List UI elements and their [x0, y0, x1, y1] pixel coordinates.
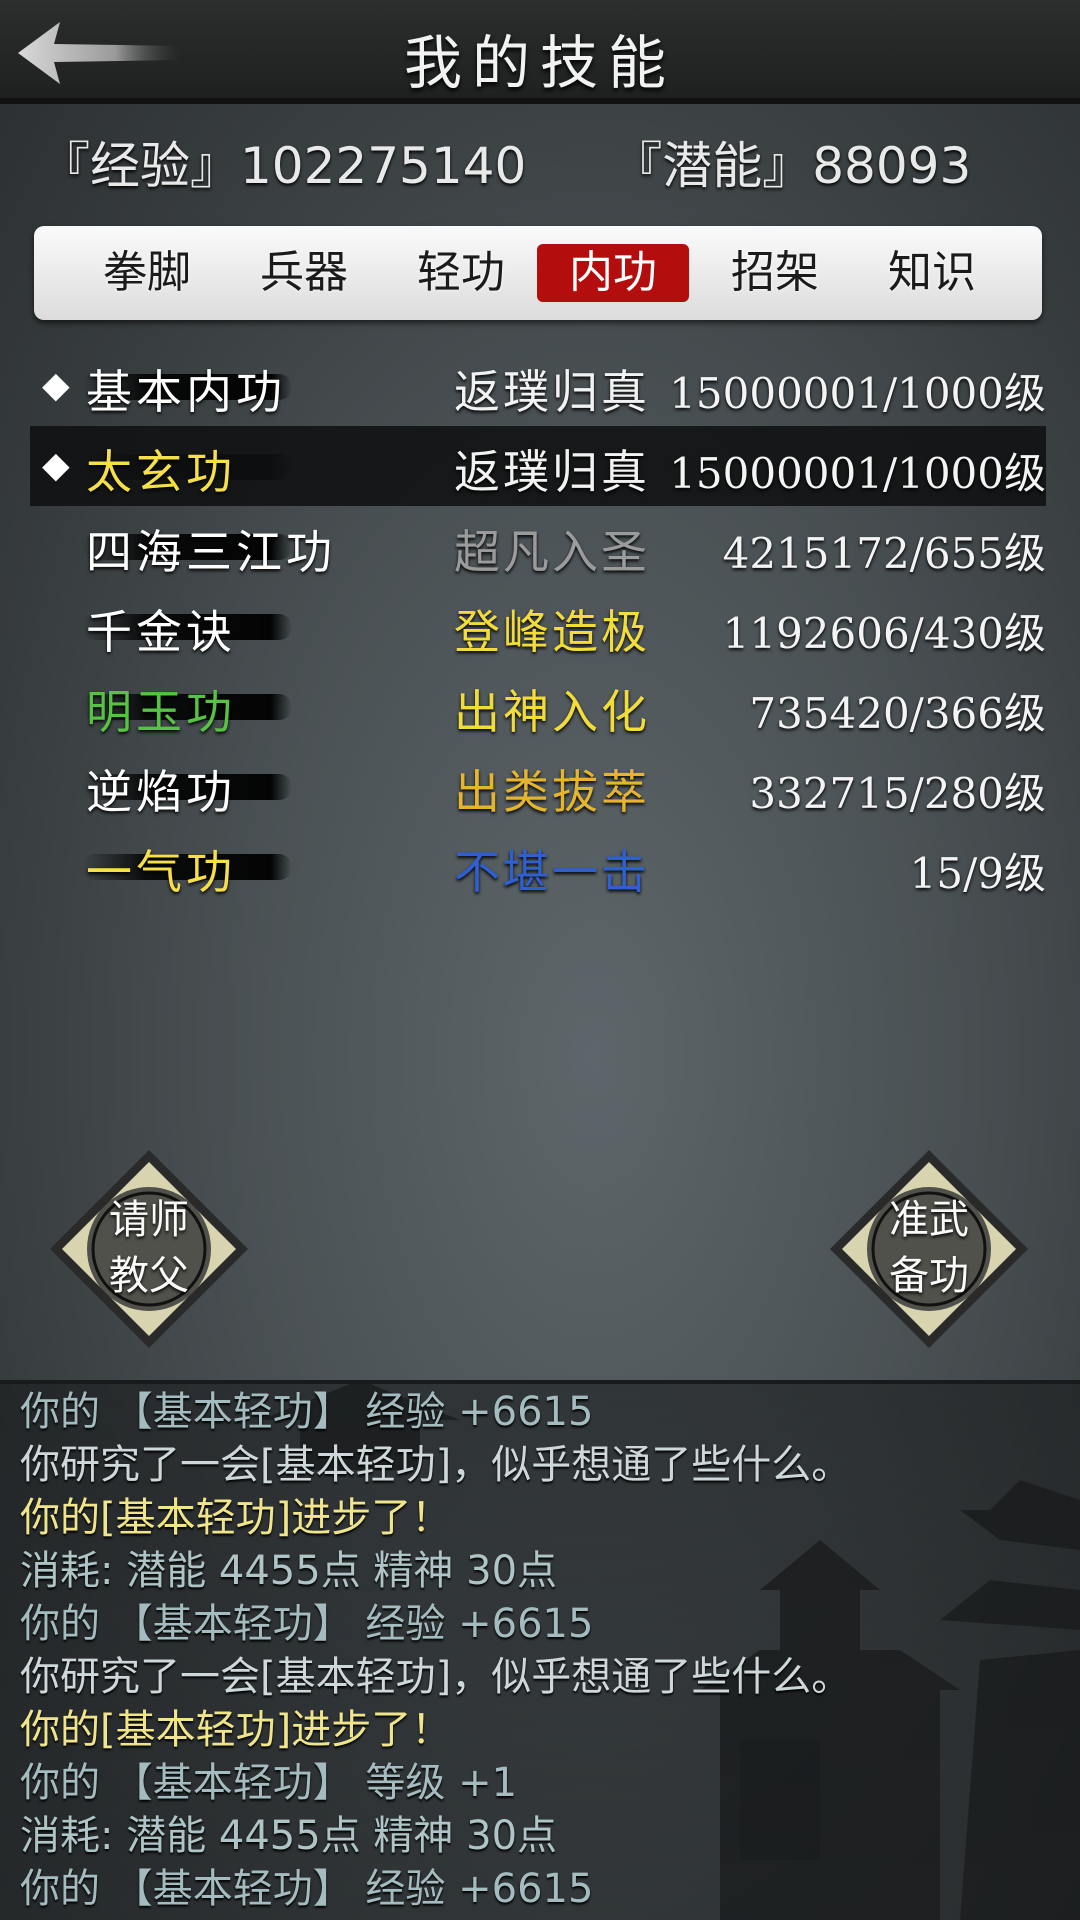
skill-level: 332715/280级 — [749, 769, 1046, 818]
skill-row[interactable]: 逆焰功 出类拔萃 332715/280级 — [30, 746, 1046, 826]
log-line: 你的 【基本轻功】 等级 +1 — [20, 1760, 518, 1806]
skill-tier: 超凡入圣 — [454, 525, 650, 579]
skill-name: 逆焰功 — [82, 756, 292, 822]
skill-level: 15000001/1000级 — [669, 369, 1046, 418]
tab-fist[interactable]: 拳脚 — [71, 244, 223, 302]
skill-list: ◆ 基本内功 返璞归真 15000001/1000级 ◆ 太玄功 返璞归真 15… — [30, 346, 1046, 906]
log-line: 你研究了一会[基本轻功]，似乎想通了些什么。 — [20, 1442, 852, 1488]
skill-name: 一气功 — [82, 836, 292, 902]
ask-teacher-button[interactable]: 请师 教父 — [46, 1146, 252, 1352]
button-label-line: 教父 — [109, 1253, 189, 1299]
log-line: 消耗: 潜能 4455点 精神 30点 — [20, 1813, 558, 1859]
skill-tier: 返璞归真 — [454, 445, 650, 499]
button-label-line: 准武 — [889, 1197, 969, 1243]
stats-line: 『经验』102275140 『潜能』88093 — [40, 126, 971, 198]
log-line: 消耗: 潜能 4455点 精神 30点 — [20, 1548, 558, 1594]
skill-name: 四海三江功 — [82, 516, 336, 582]
skill-level: 15/9级 — [909, 849, 1046, 898]
skill-tier: 登峰造极 — [454, 605, 650, 659]
skill-level: 1192606/430级 — [722, 609, 1046, 658]
skill-name: 基本内功 — [82, 356, 292, 422]
tab-weapon[interactable]: 兵器 — [228, 244, 380, 302]
log-line: 你的[基本轻功]进步了！ — [20, 1495, 452, 1541]
skill-level: 735420/366级 — [749, 689, 1046, 738]
skill-row[interactable]: 四海三江功 超凡入圣 4215172/655级 — [30, 506, 1046, 586]
skill-row[interactable]: ◆ 基本内功 返璞归真 15000001/1000级 — [30, 346, 1046, 426]
diamond-bullet-icon: ◆ — [42, 445, 70, 486]
potential-stat: 『潜能』88093 — [612, 137, 972, 195]
skill-row[interactable]: 明玉功 出神入化 735420/366级 — [30, 666, 1046, 746]
button-label-line: 备功 — [889, 1253, 969, 1299]
skill-row[interactable]: 千金诀 登峰造极 1192606/430级 — [30, 586, 1046, 666]
skill-tier: 不堪一击 — [454, 845, 650, 899]
skill-category-tabs: 拳脚 兵器 轻功 内功 招架 知识 — [34, 226, 1042, 320]
skill-tier: 出类拔萃 — [454, 765, 650, 819]
tab-parry[interactable]: 招架 — [699, 244, 851, 302]
tab-inner-power[interactable]: 内功 — [537, 244, 689, 302]
skill-level: 4215172/655级 — [722, 529, 1046, 578]
page-title: 我的技能 — [403, 29, 676, 97]
prepare-skill-button[interactable]: 准武 备功 — [826, 1146, 1032, 1352]
tab-knowledge[interactable]: 知识 — [856, 244, 1008, 302]
skill-name: 千金诀 — [82, 596, 292, 662]
log-line: 你的 【基本轻功】 经验 +6615 — [20, 1601, 594, 1647]
experience-stat: 『经验』102275140 — [40, 137, 527, 195]
skill-name: 太玄功 — [82, 436, 292, 502]
top-bar: 我的技能 — [0, 0, 1080, 104]
log-line: 你的 【基本轻功】 经验 +6615 — [20, 1866, 594, 1912]
log-line: 你研究了一会[基本轻功]，似乎想通了些什么。 — [20, 1654, 852, 1700]
tab-lightness[interactable]: 轻功 — [385, 244, 537, 302]
skill-tier: 出神入化 — [454, 685, 650, 739]
diamond-bullet-icon: ◆ — [42, 365, 70, 406]
skill-tier: 返璞归真 — [454, 365, 650, 419]
skill-row-selected[interactable]: ◆ 太玄功 返璞归真 15000001/1000级 — [30, 426, 1046, 506]
skill-level: 15000001/1000级 — [669, 449, 1046, 498]
message-log[interactable]: 你的 【基本轻功】 经验 +6615 你研究了一会[基本轻功]，似乎想通了些什么… — [0, 1380, 1080, 1920]
button-label-line: 请师 — [109, 1197, 189, 1243]
log-line: 你的 【基本轻功】 经验 +6615 — [20, 1389, 594, 1435]
log-line: 你的[基本轻功]进步了！ — [20, 1707, 452, 1753]
skill-name: 明玉功 — [82, 676, 292, 742]
skill-row[interactable]: 一气功 不堪一击 15/9级 — [30, 826, 1046, 906]
